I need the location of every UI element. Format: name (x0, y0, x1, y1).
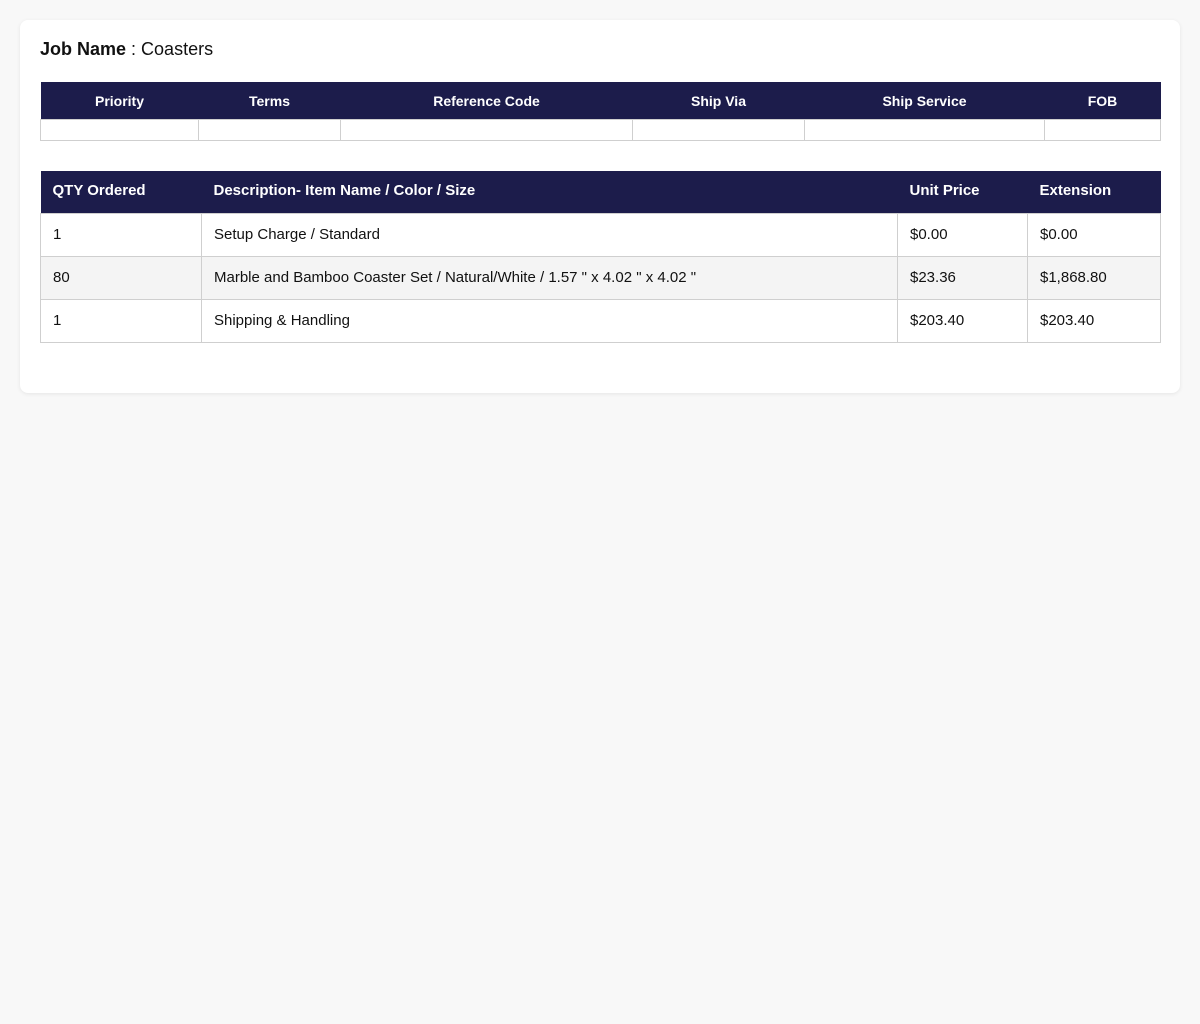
description-cell: Setup Charge / Standard (201, 212, 898, 257)
job-name-line: Job Name : Coasters (40, 38, 213, 60)
terms-value (198, 119, 341, 141)
extension-cell: $1,868.80 (1027, 255, 1161, 300)
table-row: 80 Marble and Bamboo Coaster Set / Natur… (40, 255, 1161, 300)
qty-cell: 1 (40, 298, 202, 343)
col-header-reference-code: Reference Code (340, 82, 633, 120)
col-header-extension: Extension (1027, 171, 1161, 213)
col-header-ship-service: Ship Service (804, 82, 1045, 120)
unit-price-cell: $0.00 (897, 212, 1028, 257)
qty-cell: 1 (40, 212, 202, 257)
order-info-table: Priority Terms Reference Code Ship Via S… (40, 82, 1161, 141)
job-name-value: Coasters (141, 39, 214, 59)
order-info-header-row: Priority Terms Reference Code Ship Via S… (40, 82, 1161, 120)
table-row: 1 Shipping & Handling $203.40 $203.40 (40, 298, 1161, 343)
description-cell: Shipping & Handling (201, 298, 898, 343)
job-name-separator: : (126, 39, 142, 59)
col-header-fob: FOB (1044, 82, 1161, 120)
extension-cell: $203.40 (1027, 298, 1161, 343)
col-header-qty-ordered: QTY Ordered (40, 171, 202, 213)
table-row: 1 Setup Charge / Standard $0.00 $0.00 (40, 212, 1161, 257)
col-header-terms: Terms (198, 82, 341, 120)
line-items-header-row: QTY Ordered Description- Item Name / Col… (40, 171, 1161, 213)
col-header-priority: Priority (40, 82, 199, 120)
reference-code-value (340, 119, 633, 141)
job-card: Job Name : Coasters Priority Terms Refer… (20, 20, 1180, 393)
unit-price-cell: $203.40 (897, 298, 1028, 343)
unit-price-cell: $23.36 (897, 255, 1028, 300)
ship-via-value (632, 119, 805, 141)
description-cell: Marble and Bamboo Coaster Set / Natural/… (201, 255, 898, 300)
col-header-ship-via: Ship Via (632, 82, 805, 120)
col-header-unit-price: Unit Price (897, 171, 1028, 213)
extension-cell: $0.00 (1027, 212, 1161, 257)
order-info-values-row (40, 119, 1161, 141)
fob-value (1044, 119, 1161, 141)
line-items-table: QTY Ordered Description- Item Name / Col… (40, 171, 1161, 343)
col-header-description: Description- Item Name / Color / Size (201, 171, 898, 213)
priority-value (40, 119, 199, 141)
job-name-label: Job Name (40, 39, 127, 59)
qty-cell: 80 (40, 255, 202, 300)
ship-service-value (804, 119, 1045, 141)
